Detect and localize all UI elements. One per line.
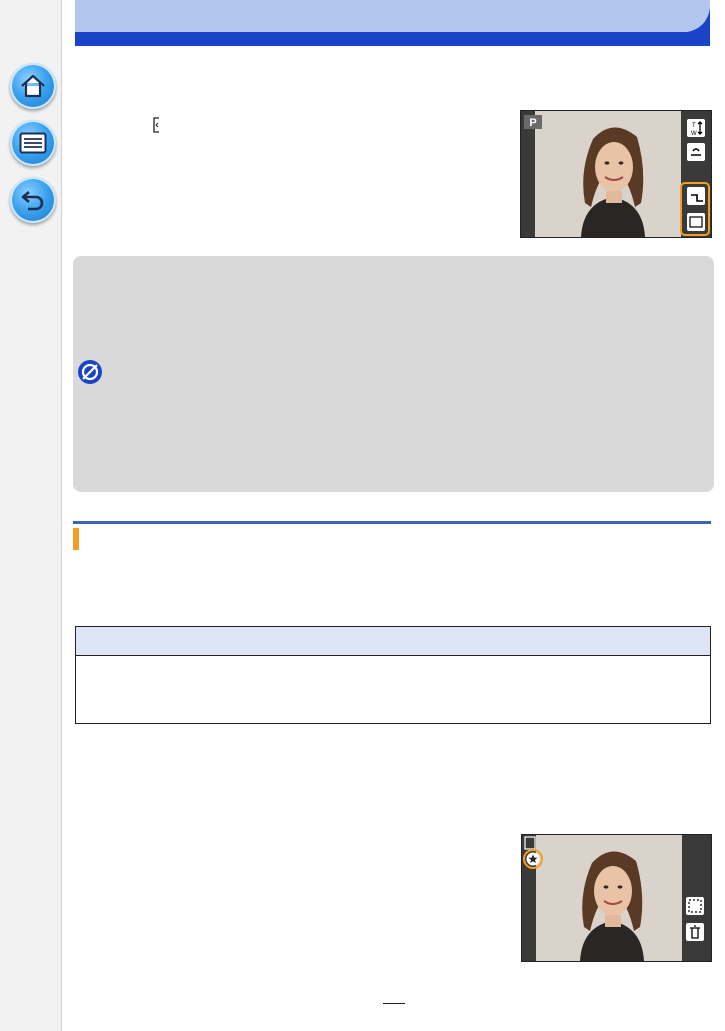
back-button[interactable] (10, 177, 56, 223)
settings-table (75, 626, 711, 724)
not-available-icon (77, 359, 103, 385)
note-box (73, 256, 714, 492)
menu-button[interactable] (10, 120, 56, 166)
page-header-bar (75, 0, 710, 46)
svg-text:T: T (692, 123, 696, 129)
sidebar (0, 0, 62, 1031)
sidebar-divider (61, 0, 62, 1031)
table-row (76, 656, 710, 722)
camera-preview-top: P T W (520, 110, 712, 238)
camera-preview-bottom (521, 834, 712, 962)
home-button[interactable] (10, 63, 56, 109)
back-arrow-icon (19, 188, 47, 212)
svg-text:P: P (529, 117, 536, 129)
page-number-underline (383, 1003, 405, 1004)
tab-bracket-icon (152, 117, 161, 133)
svg-text:W: W (691, 131, 697, 137)
table-header-row (76, 627, 710, 656)
section-marker (73, 528, 79, 550)
home-icon (19, 73, 47, 99)
section-divider (73, 521, 711, 524)
menu-list-icon (19, 132, 47, 154)
